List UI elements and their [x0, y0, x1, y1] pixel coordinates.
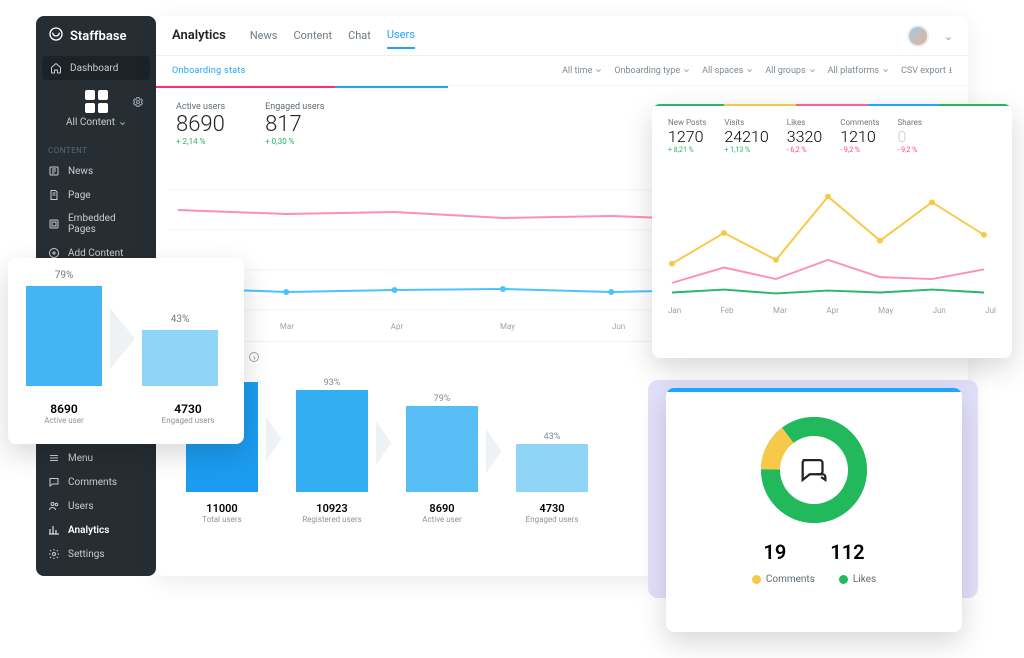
stat-engaged-users: Engaged users 817 + 0,30 % — [265, 102, 324, 146]
filter-all-time[interactable]: All time — [562, 63, 602, 79]
funnel-col-active: 79% — [402, 406, 482, 492]
donut-legend: Comments Likes — [752, 574, 876, 585]
comment-icon — [48, 476, 60, 488]
legend-dot-likes — [839, 575, 848, 584]
sidebar-dashboard[interactable]: Dashboard — [42, 56, 150, 80]
sidebar-menu[interactable]: Menu — [36, 446, 156, 470]
donut-accent-bar — [666, 388, 962, 392]
sidebar-section-content: CONTENT — [36, 138, 156, 159]
funnel-col-registered: 93% — [292, 390, 372, 492]
engagement-stats: New Posts1270+ 8,21 % Visits24210+ 1,13 … — [652, 106, 1012, 154]
stat-comments: Comments1210- 9,2 % — [840, 118, 879, 154]
stat-shares: Shares0- 9,2 % — [897, 118, 922, 154]
apps-grid-icon[interactable] — [85, 90, 108, 113]
sidebar-settings[interactable]: Settings — [36, 542, 156, 566]
home-icon — [50, 62, 62, 74]
avatar-chevron-icon[interactable] — [945, 32, 952, 39]
filter-all-spaces[interactable]: All spaces — [702, 63, 753, 79]
gear-icon[interactable] — [132, 96, 144, 108]
funnel-col-engaged: 43% — [512, 444, 592, 492]
user-avatar[interactable] — [907, 25, 929, 47]
tab-users[interactable]: Users — [387, 28, 415, 49]
filter-bar: Onboarding stats All time Onboarding typ… — [156, 56, 968, 86]
brand: Staffbase — [36, 26, 156, 56]
page-icon — [48, 189, 60, 201]
tab-content[interactable]: Content — [293, 29, 332, 48]
chat-bubble-icon — [780, 436, 848, 504]
topbar: Analytics News Content Chat Users — [156, 16, 968, 56]
arrow-icon — [110, 308, 144, 362]
sidebar-comments[interactable]: Comments — [36, 470, 156, 494]
brand-name: Staffbase — [70, 29, 127, 44]
menu-icon — [48, 452, 60, 464]
section-label: Onboarding stats — [172, 66, 246, 76]
donut-chart — [758, 414, 870, 526]
stat-active-users: Active users 8690 + 2,14 % — [176, 102, 225, 146]
tab-chat[interactable]: Chat — [348, 29, 371, 48]
sidebar-item-embedded[interactable]: Embedded Pages — [36, 207, 156, 241]
csv-export[interactable]: CSV export ⭳ — [901, 63, 952, 79]
legend-dot-comments — [752, 575, 761, 584]
sidebar-item-news[interactable]: News — [36, 159, 156, 183]
floating-donut-card: 19112 Comments Likes — [666, 388, 962, 632]
sidebar-item-page[interactable]: Page — [36, 183, 156, 207]
floating-engagement-card: New Posts1270+ 8,21 % Visits24210+ 1,13 … — [652, 104, 1012, 358]
stat-likes: Likes3320- 6,2 % — [787, 118, 823, 154]
page-title: Analytics — [172, 28, 226, 43]
donut-values: 19112 — [763, 540, 864, 564]
stat-new-posts: New Posts1270+ 8,21 % — [668, 118, 706, 154]
small-funnel-pct-a: 79% — [26, 270, 102, 281]
chart-icon — [48, 524, 60, 536]
download-icon: ⭳ — [949, 63, 952, 79]
filter-onboarding-type[interactable]: Onboarding type — [614, 63, 690, 79]
chevron-down-icon — [809, 67, 816, 74]
sidebar-all-content[interactable]: All Content — [36, 117, 156, 128]
engagement-accent-bar — [652, 104, 1012, 106]
chevron-down-icon — [119, 119, 126, 126]
filter-all-platforms[interactable]: All platforms — [828, 63, 889, 79]
filter-all-groups[interactable]: All groups — [765, 63, 815, 79]
stat-visits: Visits24210+ 1,13 % — [724, 118, 768, 154]
chevron-down-icon — [595, 67, 602, 74]
sidebar-dashboard-label: Dashboard — [70, 63, 118, 74]
tab-news[interactable]: News — [250, 29, 278, 48]
small-funnel-pct-b: 43% — [142, 314, 218, 325]
news-icon — [48, 165, 60, 177]
sidebar-analytics[interactable]: Analytics — [36, 518, 156, 542]
brand-icon — [48, 26, 64, 46]
chevron-down-icon — [683, 67, 690, 74]
chevron-down-icon — [746, 67, 753, 74]
sidebar-users[interactable]: Users — [36, 494, 156, 518]
chevron-down-icon — [882, 67, 889, 74]
settings-icon — [48, 548, 60, 560]
floating-funnel-card: 79% 43% 8690Active user 4730Engaged user… — [8, 258, 244, 444]
users-icon — [48, 500, 60, 512]
embedded-icon — [48, 218, 60, 230]
info-icon[interactable] — [248, 348, 260, 367]
engagement-line-chart — [652, 154, 1012, 304]
